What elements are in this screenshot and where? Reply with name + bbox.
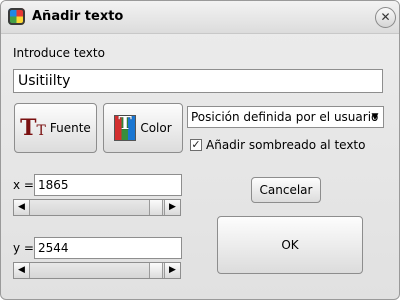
text-input-label: Introduce texto bbox=[13, 46, 105, 60]
y-slider[interactable]: ◀ ▶ bbox=[13, 262, 181, 279]
title-bar: Añadir texto ✕ bbox=[1, 1, 399, 34]
y-field-label: y = bbox=[13, 241, 34, 255]
app-logo-icon bbox=[8, 8, 25, 25]
close-icon: ✕ bbox=[380, 10, 391, 24]
y-slider-thumb[interactable] bbox=[149, 263, 163, 278]
y-slider-left-arrow-icon[interactable]: ◀ bbox=[14, 263, 30, 278]
x-slider[interactable]: ◀ ▶ bbox=[13, 199, 181, 216]
text-input[interactable]: Usitiilty bbox=[13, 69, 383, 93]
font-button[interactable]: TT Fuente bbox=[14, 103, 97, 153]
y-input[interactable]: 2544 bbox=[34, 237, 182, 259]
color-button[interactable]: Color bbox=[103, 103, 183, 153]
window-title: Añadir texto bbox=[32, 9, 124, 24]
y-slider-right-arrow-icon[interactable]: ▶ bbox=[164, 263, 180, 278]
shadow-checkbox[interactable]: ✓ bbox=[190, 139, 202, 151]
cancel-button[interactable]: Cancelar bbox=[251, 177, 321, 203]
font-button-label: Fuente bbox=[49, 121, 91, 135]
ok-button[interactable]: OK bbox=[217, 216, 363, 274]
close-button[interactable]: ✕ bbox=[375, 7, 396, 28]
x-slider-thumb[interactable] bbox=[149, 200, 163, 215]
add-text-dialog: Añadir texto ✕ Introduce texto Usitiilty… bbox=[0, 0, 400, 300]
position-select-value: Posición definida por el usuario bbox=[191, 110, 379, 124]
position-select[interactable]: Posición definida por el usuario ▼ bbox=[187, 106, 384, 128]
chevron-down-icon[interactable]: ▼ bbox=[367, 107, 383, 127]
x-slider-left-arrow-icon[interactable]: ◀ bbox=[14, 200, 30, 215]
shadow-checkbox-label: Añadir sombreado al texto bbox=[206, 138, 366, 152]
x-slider-right-arrow-icon[interactable]: ▶ bbox=[164, 200, 180, 215]
x-input[interactable]: 1865 bbox=[34, 174, 182, 196]
font-style-icon: TT bbox=[20, 115, 46, 141]
color-button-label: Color bbox=[140, 121, 172, 135]
x-field-label: x = bbox=[13, 178, 34, 192]
text-color-icon bbox=[114, 113, 137, 141]
